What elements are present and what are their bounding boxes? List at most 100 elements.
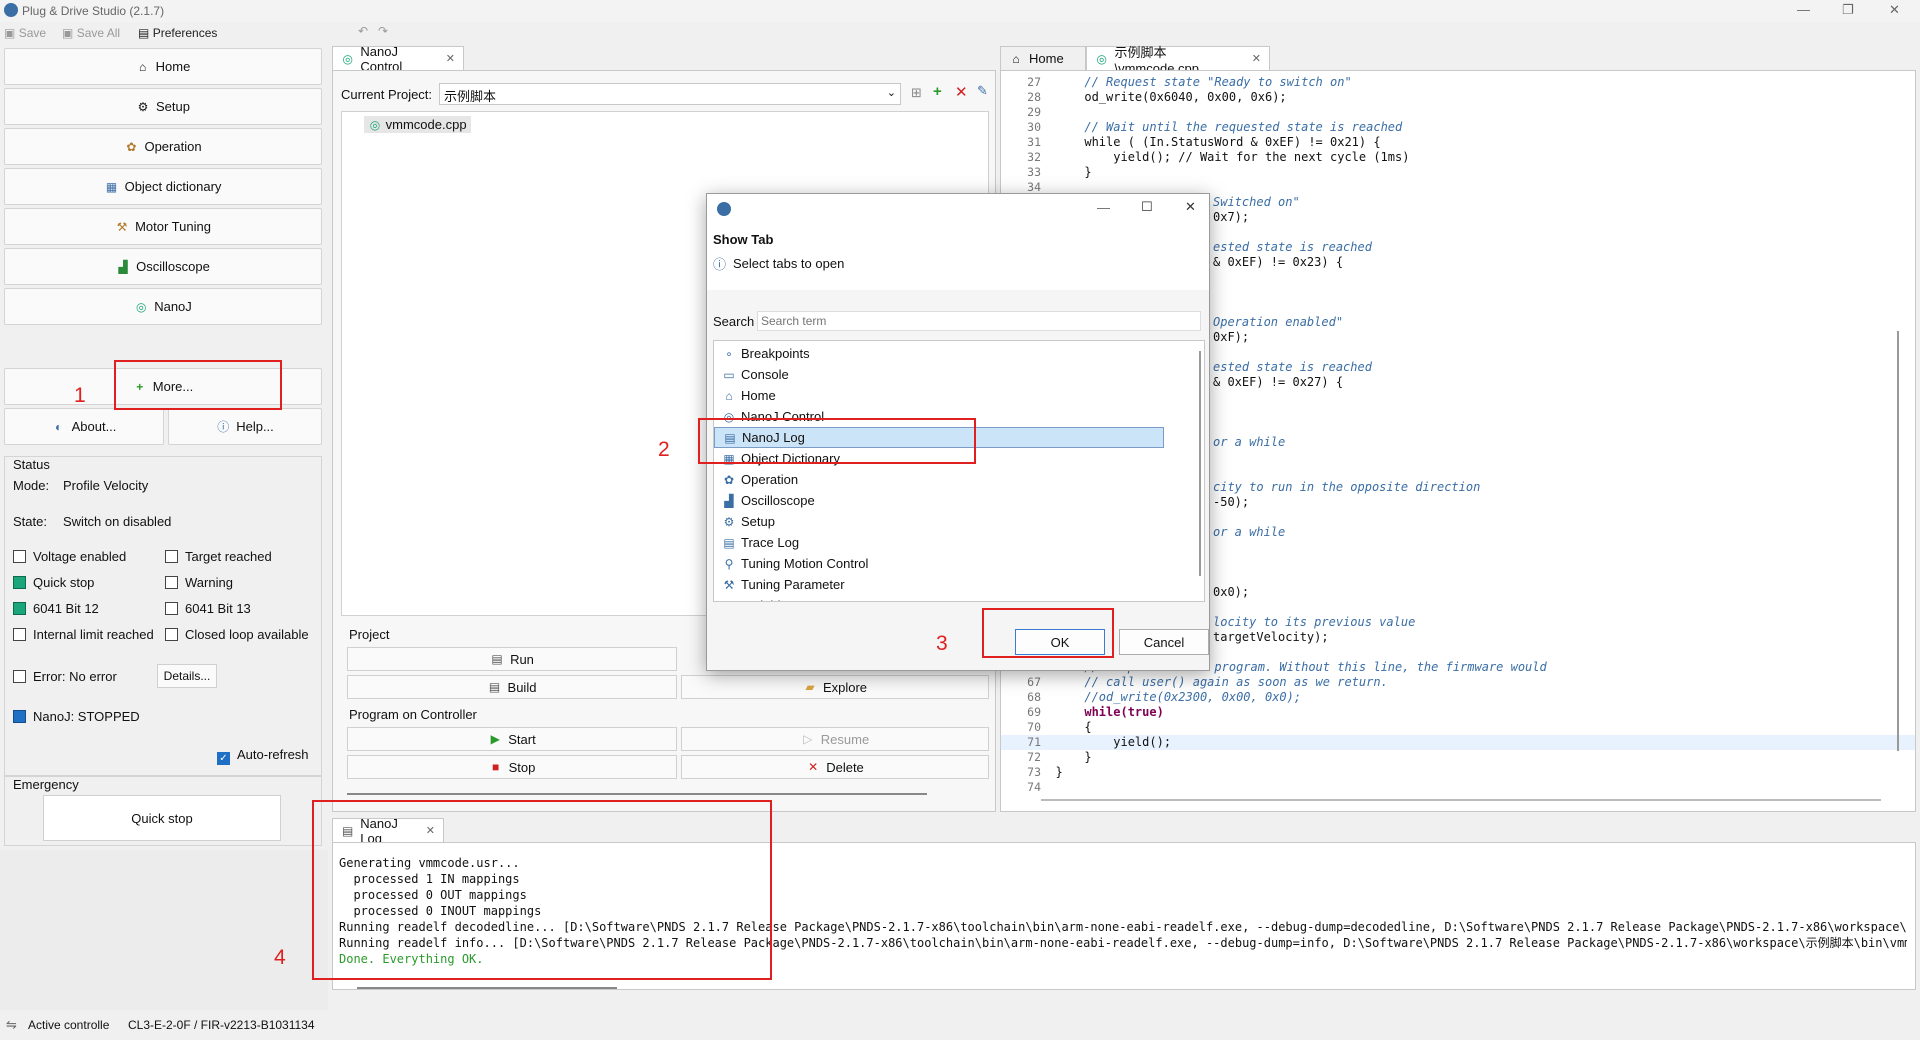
save-button[interactable]: ▣ Save [4,26,46,40]
code-text: while(true) [1084,705,1164,719]
help-button[interactable]: ⓘ Help... [168,408,322,445]
undo-icon[interactable]: ↶ [358,24,368,38]
tab-list-item[interactable]: ⌂ Home [714,385,1204,406]
motor-tuning-icon: ⚒ [116,219,128,234]
tab-list-item[interactable]: ⚲ Tuning Motion Control [714,553,1204,574]
code-line: 29 [1001,105,1915,120]
tab-list-item[interactable]: ▤ Trace Log [714,532,1204,553]
delete-icon[interactable]: ✕ [955,83,968,101]
horizontal-scrollbar[interactable] [347,793,927,795]
editor-vertical-scrollbar[interactable] [1897,331,1899,751]
tab-list-item-label: Breakpoints [741,346,810,361]
maximize-icon[interactable]: ❐ [1842,2,1854,18]
redo-icon[interactable]: ↷ [378,24,388,38]
code-text: targetVelocity); [1213,630,1329,644]
details-button[interactable]: Details... [157,664,217,688]
tuning-parameter-icon: ⚒ [723,577,735,592]
nav-home-button[interactable]: ⌂ Home [4,48,322,85]
line-number: 30 [1027,120,1041,134]
tab-list-item[interactable]: ⚒ Tuning Parameter [714,574,1204,595]
tab-list-item[interactable]: ▟ Oscilloscope [714,490,1204,511]
tab-list-item-label: Operation [741,472,799,487]
tab-list-item-label: Tuning Parameter [741,577,845,592]
quick-stop-flag: Quick stop [13,575,94,590]
tab-home[interactable]: ⌂ Home [1000,46,1086,70]
log-horizontal-scrollbar[interactable] [357,987,617,989]
project-select[interactable]: 示例脚本 ⌄ [439,83,901,105]
tab-vmmcode[interactable]: ◎ 示例脚本\vmmcode.cpp ✕ [1086,45,1270,76]
stop-icon: ■ [492,760,500,774]
tab-list-item[interactable]: ✿ Operation [714,469,1204,490]
object-dictionary-icon: ▦ [105,179,118,194]
explore-button[interactable]: ▰ Explore [681,675,989,699]
emergency-quick-stop-button[interactable]: Quick stop [43,795,281,841]
list-scrollbar[interactable] [1199,351,1201,576]
nav-oscilloscope-button[interactable]: ▟ Oscilloscope [4,248,322,285]
code-text: while ( (In.StatusWord & 0xEF) != 0x21) … [1084,135,1381,149]
state-value: Switch on disabled [63,514,172,529]
tab-list-item[interactable]: ⚙ Setup [714,511,1204,532]
main-toolbar: ▣ Save ▣ Save All ▤ Preferences ↶ ↷ [0,22,1920,46]
dialog-minimize-icon[interactable]: — [1097,200,1110,215]
code-line: 72 } [1001,750,1915,765]
dialog-maximize-icon[interactable]: ☐ [1141,199,1153,215]
new-folder-icon[interactable]: ⊞ [911,85,922,101]
code-line: 69 while(true) [1001,705,1915,720]
dialog-titlebar: — ☐ ✕ [707,194,1209,224]
code-line: 0x7); [1213,210,1480,225]
setup-icon: ⚙ [723,514,735,529]
cancel-button[interactable]: Cancel [1119,629,1209,655]
code-line: 67 // call user() again as soon as we re… [1001,675,1915,690]
internal-limit-flag: Internal limit reached [13,627,154,642]
stop-button[interactable]: ■ Stop [347,755,677,779]
bit13-flag: 6041 Bit 13 [165,601,251,616]
resume-button[interactable]: ▷ Resume [681,727,989,751]
run-button[interactable]: ▤ Run [347,647,677,671]
nav-nanoj-button[interactable]: ◎ NanoJ [4,288,322,325]
code-text: -50); [1213,495,1250,509]
minimize-icon[interactable]: — [1797,2,1810,17]
nav-setup-button[interactable]: ⚙ Setup [4,88,322,125]
code-line: Switched on" [1213,195,1480,210]
window-title: Plug & Drive Studio (2.1.7) [22,4,165,18]
firmware-label: CL3-E-2-0F / FIR-v2213-B1031134 [128,1018,315,1032]
tab-nanoj-control[interactable]: ◎ NanoJ Control ✕ [332,44,464,74]
tree-file-vmmcode[interactable]: ◎ vmmcode.cpp [364,116,471,133]
close-icon[interactable]: ✕ [1889,2,1900,18]
editor-horizontal-scrollbar[interactable] [1041,799,1881,801]
start-button[interactable]: ▶ Start [347,727,677,751]
edit-icon[interactable]: ✎ [977,83,988,99]
nav-operation-button[interactable]: ✿ Operation [4,128,322,165]
current-project-label: Current Project: [341,87,433,102]
console-icon: ▭ [723,367,735,382]
checkbox-indicator [13,576,26,589]
save-all-button[interactable]: ▣ Save All [62,26,120,40]
dialog-close-icon[interactable]: ✕ [1185,199,1196,215]
code-line: 68 //od_write(0x2300, 0x00, 0x0); [1001,690,1915,705]
close-tab-icon[interactable]: ✕ [1252,52,1261,65]
delete-button[interactable]: ✕ Delete [681,755,989,779]
tab-list-item[interactable]: ∘ Breakpoints [714,343,1204,364]
home-icon: ⌂ [725,388,733,403]
about-button[interactable]: ◐ About... [4,408,164,445]
auto-refresh-checkbox[interactable]: ✓ Auto-refresh [217,747,309,765]
info-icon: ⓘ [713,257,727,272]
tab-list-item[interactable]: ▭ Console [714,364,1204,385]
tab-list-item[interactable]: ▣ Variables [714,595,1204,601]
preferences-button[interactable]: ▤ Preferences [138,26,217,40]
connection-icon: ⇋ [6,1017,17,1032]
add-icon[interactable]: + [933,83,942,100]
nav-object-dictionary-button[interactable]: ▦ Object dictionary [4,168,322,205]
close-tab-icon[interactable]: ✕ [446,52,455,65]
search-input[interactable] [757,311,1201,331]
checkbox-indicator [13,550,26,563]
nanoj-status: NanoJ: STOPPED [13,709,140,724]
nav-motor-tuning-button[interactable]: ⚒ Motor Tuning [4,208,322,245]
build-button[interactable]: ▤ Build [347,675,677,699]
